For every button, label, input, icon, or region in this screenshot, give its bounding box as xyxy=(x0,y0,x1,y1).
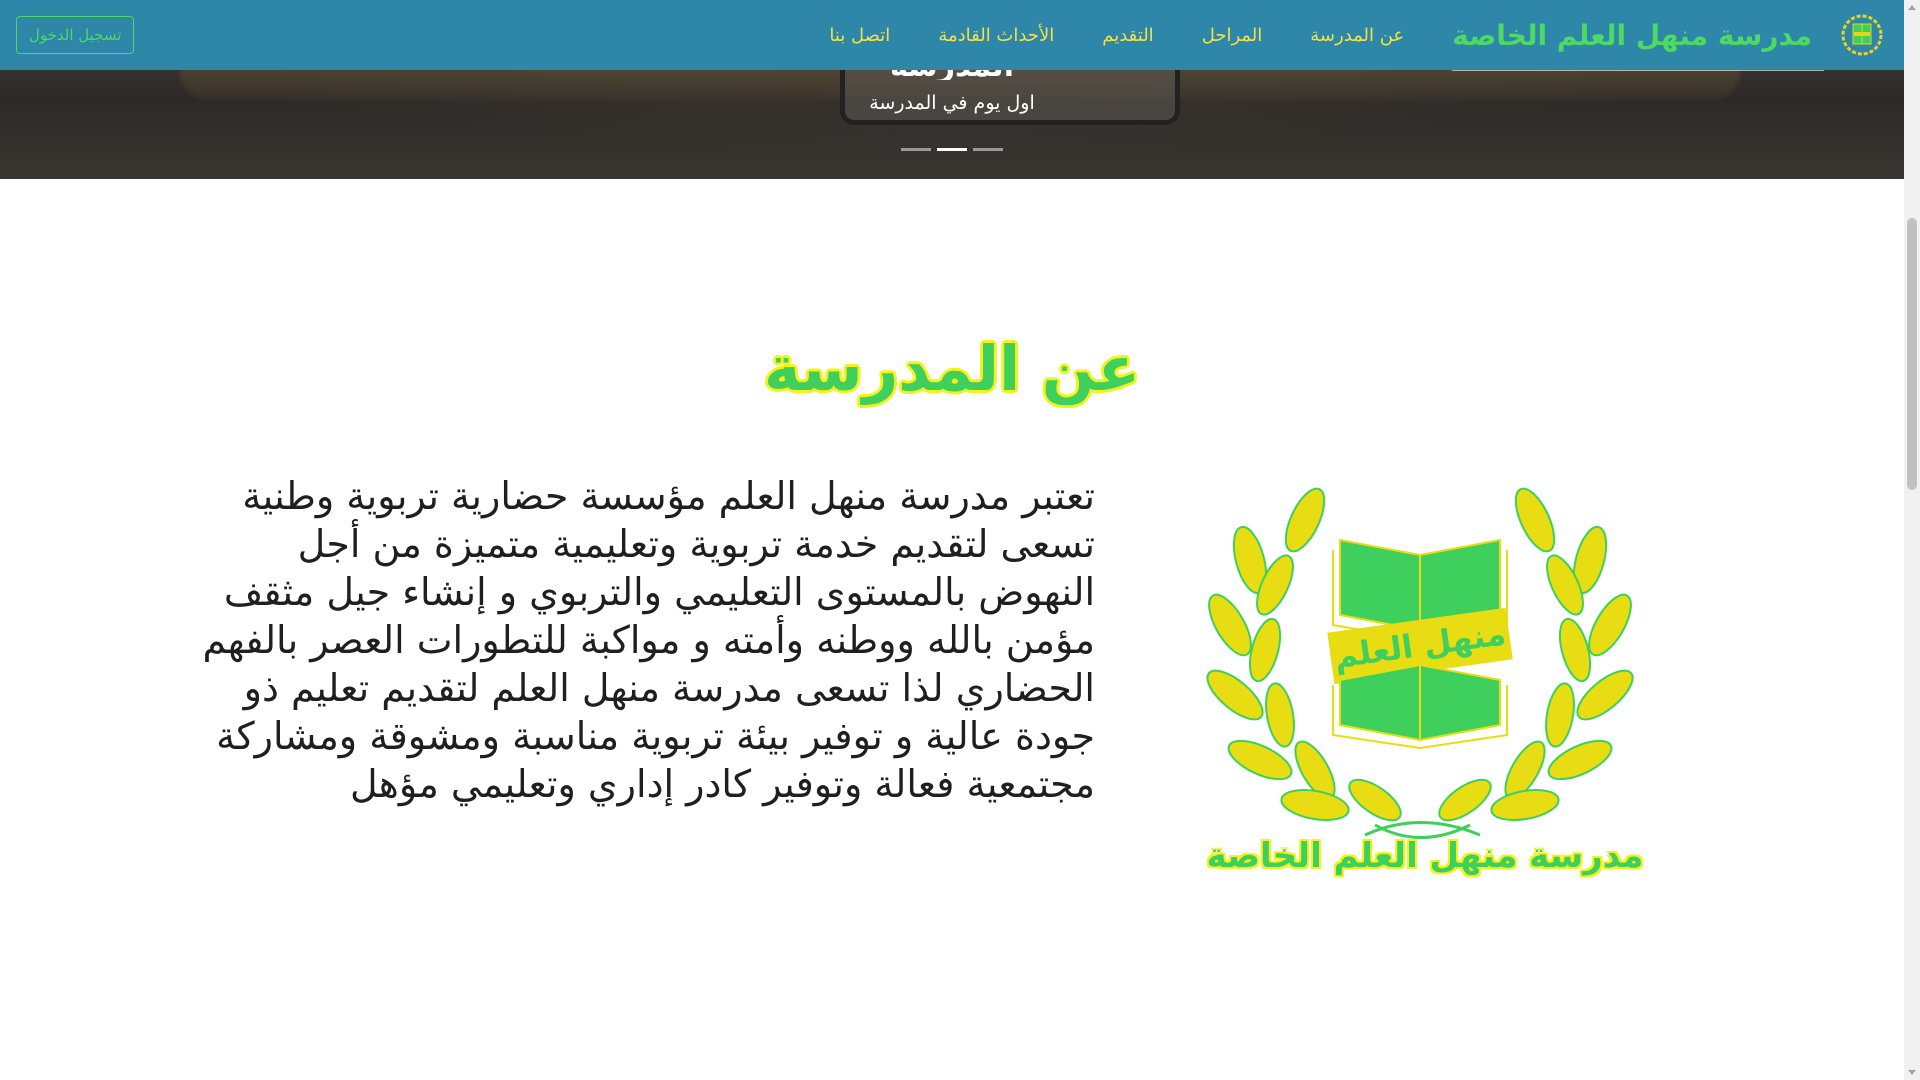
carousel-indicator-1[interactable] xyxy=(901,148,931,151)
nav-link-stages[interactable]: المراحل xyxy=(1202,25,1263,46)
page: المدرسة اول يوم في المدرسة مدرسة منهل ال… xyxy=(0,0,1920,1080)
hero-caption-subtitle: اول يوم في المدرسة xyxy=(869,92,1035,114)
brand-link[interactable]: مدرسة منهل العلم الخاصة xyxy=(1452,13,1884,71)
scroll-up-icon[interactable] xyxy=(1908,5,1916,10)
scroll-down-icon[interactable] xyxy=(1908,1070,1916,1075)
carousel-indicator-3[interactable] xyxy=(973,148,1003,151)
carousel-indicator-2[interactable] xyxy=(937,148,967,151)
brand-name: مدرسة منهل العلم الخاصة xyxy=(1452,18,1812,52)
login-button[interactable]: تسجيل الدخول xyxy=(16,16,135,54)
nav-link-events[interactable]: الأحداث القادمة xyxy=(938,25,1054,46)
about-title: عن المدرسة xyxy=(764,332,1140,405)
about-text: تعتبر مدرسة منهل العلم مؤسسة حضارية تربو… xyxy=(202,474,1095,806)
scroll-thumb[interactable] xyxy=(1907,218,1917,490)
about-logo-name: مدرسة منهل العلم الخاصة xyxy=(1206,836,1644,876)
laurel-book-icon: منهل العلم xyxy=(1206,487,1634,839)
page-scrollbar[interactable] xyxy=(1904,0,1920,1080)
school-crest-icon xyxy=(1841,14,1883,56)
nav-link-apply[interactable]: التقديم xyxy=(1102,25,1153,46)
nav-links: عن المدرسة المراحل التقديم الأحداث القاد… xyxy=(829,25,1404,46)
nav-link-contact[interactable]: اتصل بنا xyxy=(829,25,890,46)
carousel-indicators xyxy=(0,148,1904,151)
nav-link-about[interactable]: عن المدرسة xyxy=(1310,25,1404,46)
navbar: مدرسة منهل العلم الخاصة عن المدرسة المرا… xyxy=(0,0,1904,71)
